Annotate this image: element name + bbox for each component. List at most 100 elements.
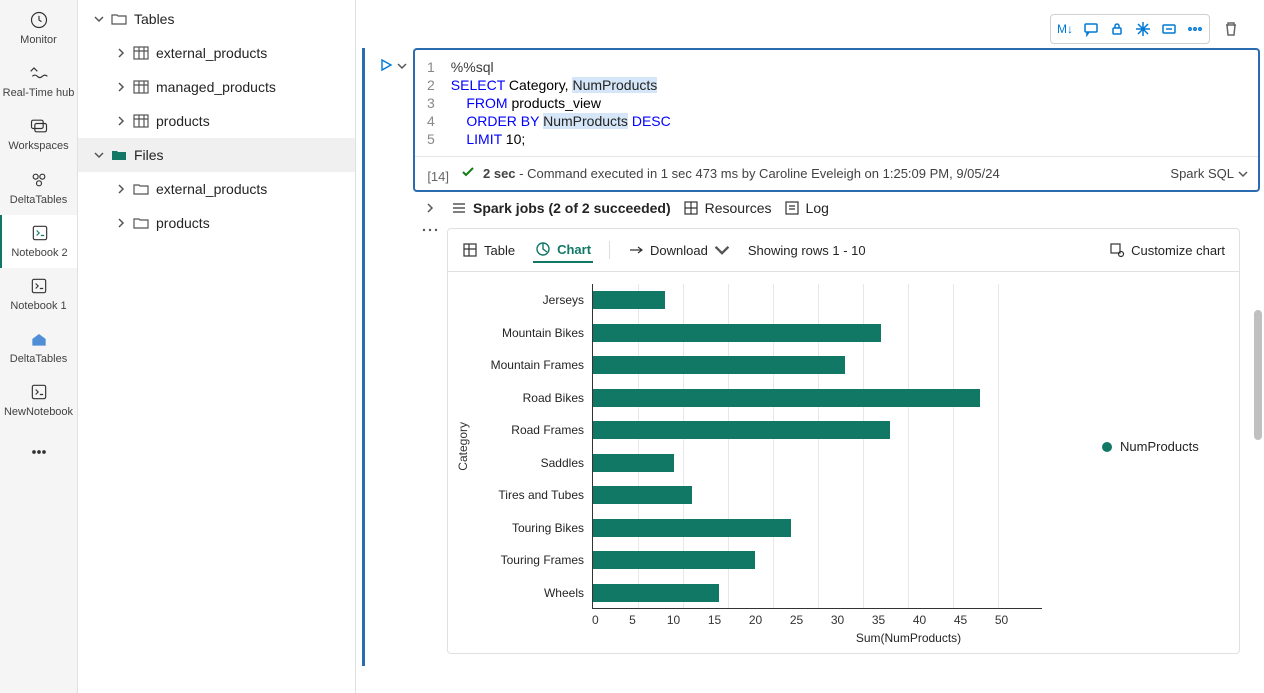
tab-chart[interactable]: Chart xyxy=(533,237,593,263)
folder-icon xyxy=(130,215,152,231)
tree-table-item[interactable]: managed_products xyxy=(78,70,355,104)
x-axis-title: Sum(NumProducts) xyxy=(448,627,1239,653)
lock-button[interactable] xyxy=(1104,16,1130,42)
tree-label: Files xyxy=(134,147,164,163)
rail-notebook-2[interactable]: Notebook 2 xyxy=(0,215,77,268)
chart-bar xyxy=(593,551,755,569)
language-picker[interactable]: Spark SQL xyxy=(1170,166,1248,181)
freeze-button[interactable] xyxy=(1130,16,1156,42)
notebook-main: M↓ 12345 %%sql SELECT Category, NumProdu… xyxy=(356,0,1264,693)
monitor-icon xyxy=(27,8,51,32)
more-button[interactable] xyxy=(1182,16,1208,42)
workspaces-icon xyxy=(27,114,51,138)
tree-tables[interactable]: Tables xyxy=(78,2,355,36)
rail-deltatables-2[interactable]: DeltaTables xyxy=(0,321,77,374)
success-icon xyxy=(461,165,475,182)
table-icon xyxy=(130,45,152,61)
convert-button[interactable] xyxy=(1078,16,1104,42)
more-icon xyxy=(1187,21,1203,37)
rows-showing: Showing rows 1 - 10 xyxy=(748,243,866,258)
rail-workspaces[interactable]: Workspaces xyxy=(0,108,77,161)
rail-monitor[interactable]: Monitor xyxy=(0,2,77,55)
execution-index: [14] xyxy=(423,163,453,184)
chart-bar xyxy=(593,519,791,537)
chart-body: Category JerseysMountain BikesMountain F… xyxy=(448,272,1239,613)
rail-more[interactable] xyxy=(0,434,77,474)
y-tick-labels: JerseysMountain BikesMountain FramesRoad… xyxy=(470,284,592,609)
lock-icon xyxy=(1109,21,1125,37)
tree-label: products xyxy=(156,215,210,231)
tree-table-item[interactable]: products xyxy=(78,104,355,138)
table-icon xyxy=(462,242,478,258)
explorer-panel: Tables external_products managed_product… xyxy=(78,0,356,693)
chart-bar xyxy=(593,291,665,309)
rail-label: Workspaces xyxy=(8,140,68,153)
spark-jobs[interactable]: Spark jobs (2 of 2 succeeded) xyxy=(451,200,671,216)
chevron-right-icon xyxy=(112,48,130,58)
code-cell: 12345 %%sql SELECT Category, NumProducts… xyxy=(356,48,1264,666)
chart-bar xyxy=(593,356,845,374)
tree-table-item[interactable]: external_products xyxy=(78,36,355,70)
comment-icon xyxy=(1083,21,1099,37)
code-editor[interactable]: 12345 %%sql SELECT Category, NumProducts… xyxy=(413,48,1260,192)
rail-label: DeltaTables xyxy=(10,353,67,366)
rail-label: DeltaTables xyxy=(10,194,67,207)
tree-file-item[interactable]: external_products xyxy=(78,172,355,206)
tree-file-item[interactable]: products xyxy=(78,206,355,240)
rail-notebook-1[interactable]: Notebook 1 xyxy=(0,268,77,321)
notebook-icon xyxy=(27,274,51,298)
chart-icon xyxy=(535,241,551,257)
tab-table[interactable]: Table xyxy=(460,238,517,262)
chevron-right-icon xyxy=(112,82,130,92)
code-lines: %%sql SELECT Category, NumProducts FROM … xyxy=(451,58,1246,148)
notebook-icon xyxy=(27,380,51,404)
chart-plot-area xyxy=(592,284,1042,609)
chart-bar xyxy=(593,324,881,342)
cell-status: [14] 2 sec - Command executed in 1 sec 4… xyxy=(415,156,1258,190)
cell-toolbar-box: M↓ xyxy=(1050,14,1210,44)
rail-label: Notebook 1 xyxy=(10,300,66,313)
chart-bar xyxy=(593,584,719,602)
cell-collapse-handle[interactable] xyxy=(413,224,447,666)
markdown-button[interactable]: M↓ xyxy=(1052,16,1078,42)
chevron-right-icon[interactable] xyxy=(421,203,439,213)
customize-icon xyxy=(1109,242,1125,258)
chart-bar xyxy=(593,389,980,407)
download-icon xyxy=(628,242,644,258)
download-button[interactable]: Download xyxy=(626,238,732,262)
jobs-icon xyxy=(451,200,467,216)
rail-label: NewNotebook xyxy=(4,406,73,419)
chart-bar xyxy=(593,454,674,472)
rail-label: Notebook 2 xyxy=(11,247,67,260)
scrollbar-thumb[interactable] xyxy=(1254,310,1262,440)
chevron-down-icon xyxy=(90,150,108,160)
chevron-right-icon xyxy=(112,184,130,194)
chart-toolbar: Table Chart Download Showing rows 1 - 10… xyxy=(448,229,1239,272)
markdown-icon: M↓ xyxy=(1053,22,1077,36)
collapse-button[interactable] xyxy=(1156,16,1182,42)
tree-files[interactable]: Files xyxy=(78,138,355,172)
tree-label: managed_products xyxy=(156,79,276,95)
log[interactable]: Log xyxy=(784,200,829,216)
more-icon xyxy=(27,440,51,464)
tree-label: Tables xyxy=(134,11,174,27)
table-icon xyxy=(130,113,152,129)
deltatables-icon xyxy=(27,168,51,192)
delete-cell-button[interactable] xyxy=(1218,16,1244,42)
cell-gutter xyxy=(373,48,413,666)
folder-icon xyxy=(108,147,130,163)
lakehouse-icon xyxy=(27,327,51,351)
customize-chart-button[interactable]: Customize chart xyxy=(1107,238,1227,262)
rail-newnotebook[interactable]: NewNotebook xyxy=(0,374,77,427)
collapse-icon xyxy=(1161,21,1177,37)
table-icon xyxy=(130,79,152,95)
resources[interactable]: Resources xyxy=(683,200,772,216)
chevron-right-icon xyxy=(112,116,130,126)
x-tick-labels: 05101520253035404550 xyxy=(448,613,1239,627)
rail-realtime[interactable]: Real-Time hub xyxy=(0,55,77,108)
notebook-icon xyxy=(28,221,52,245)
resources-icon xyxy=(683,200,699,216)
run-menu-button[interactable] xyxy=(397,58,407,76)
run-cell-button[interactable] xyxy=(379,58,393,77)
rail-deltatables-1[interactable]: DeltaTables xyxy=(0,162,77,215)
